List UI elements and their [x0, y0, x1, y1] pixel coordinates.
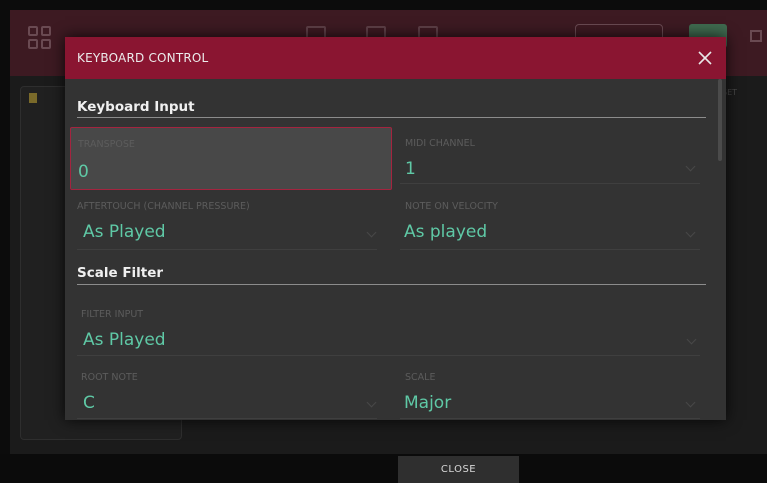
- midi-channel-field[interactable]: MIDI CHANNEL 1: [400, 127, 704, 190]
- chevron-down-icon: [366, 227, 377, 238]
- field-underline: [77, 418, 377, 419]
- root-note-field[interactable]: ROOT NOTE C: [77, 361, 381, 420]
- root-note-label: ROOT NOTE: [81, 372, 138, 383]
- dialog-scrollbar[interactable]: [718, 79, 722, 161]
- aftertouch-field[interactable]: AFTERTOUCH (CHANNEL PRESSURE) As Played: [77, 194, 381, 254]
- note-on-velocity-field[interactable]: NOTE ON VELOCITY As played: [400, 194, 704, 254]
- transpose-field[interactable]: TRANSPOSE 0: [70, 127, 392, 190]
- dialog-body: Keyboard Input TRANSPOSE 0 MIDI CHANNEL …: [65, 79, 726, 420]
- grid-menu-icon: [28, 26, 52, 50]
- background-footer: [0, 454, 767, 483]
- field-underline: [400, 183, 700, 184]
- filter-input-label: FILTER INPUT: [81, 309, 144, 320]
- scale-label: SCALE: [405, 372, 436, 383]
- transpose-value: 0: [78, 162, 89, 182]
- chevron-down-icon: [685, 161, 696, 172]
- root-note-value: C: [83, 393, 95, 413]
- note-on-velocity-value: As played: [404, 222, 488, 242]
- filter-input-value: As Played: [83, 330, 166, 350]
- section-divider: [77, 117, 706, 118]
- section-title-keyboard-input: Keyboard Input: [77, 99, 195, 115]
- field-underline: [400, 418, 700, 419]
- scale-value: Major: [404, 393, 452, 413]
- section-title-scale-filter: Scale Filter: [77, 265, 164, 281]
- field-underline: [400, 249, 700, 250]
- close-icon[interactable]: [693, 46, 717, 70]
- field-underline: [77, 249, 377, 250]
- filter-input-field[interactable]: FILTER INPUT As Played: [77, 295, 704, 357]
- midi-channel-label: MIDI CHANNEL: [405, 138, 475, 149]
- dialog-title: KEYBOARD CONTROL: [77, 51, 209, 65]
- midi-channel-value: 1: [405, 159, 416, 179]
- note-on-velocity-label: NOTE ON VELOCITY: [405, 201, 498, 212]
- scale-field[interactable]: SCALE Major: [400, 361, 704, 420]
- close-button[interactable]: CLOSE: [398, 456, 519, 483]
- section-divider: [77, 284, 706, 285]
- aftertouch-value: As Played: [83, 222, 166, 242]
- toolbar-icon: [750, 30, 762, 42]
- keyboard-control-dialog: KEYBOARD CONTROL Keyboard Input TRANSPOS…: [65, 37, 726, 420]
- chevron-down-icon: [366, 397, 377, 408]
- field-underline: [77, 355, 700, 356]
- dialog-header: KEYBOARD CONTROL: [65, 37, 726, 79]
- aftertouch-label: AFTERTOUCH (CHANNEL PRESSURE): [77, 201, 250, 212]
- transpose-label: TRANSPOSE: [78, 139, 135, 150]
- chevron-down-icon: [685, 397, 696, 408]
- chevron-down-icon: [685, 227, 696, 238]
- chevron-down-icon: [686, 334, 697, 345]
